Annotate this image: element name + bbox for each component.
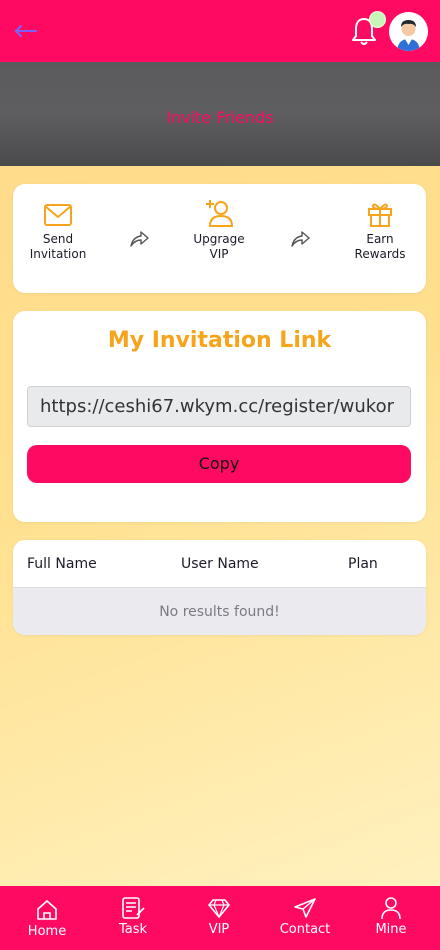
step-upgrade-vip: Upgrage VIP xyxy=(179,200,259,262)
nav-label-vip: VIP xyxy=(208,922,230,937)
share-arrow-icon xyxy=(130,231,149,247)
user-icon xyxy=(381,897,401,920)
gift-icon xyxy=(368,203,392,227)
avatar-icon xyxy=(389,12,428,51)
invitation-link-field[interactable]: https://ceshi67.wkym.cc/register/wukor xyxy=(27,386,411,427)
user-avatar[interactable] xyxy=(389,12,428,51)
nav-label-mine: Mine xyxy=(375,922,407,937)
step-label-line1: Send xyxy=(42,232,74,246)
column-header-user-name: User Name xyxy=(181,556,259,572)
step-label-line2: VIP xyxy=(209,247,229,261)
nav-label-task: Task xyxy=(118,922,148,937)
invitation-link-title: My Invitation Link xyxy=(107,328,332,353)
diamond-icon xyxy=(208,899,230,919)
column-header-plan: Plan xyxy=(348,556,378,572)
top-bar xyxy=(0,0,440,62)
step-label-line1: Upgrage xyxy=(193,232,245,246)
copy-button[interactable]: Copy xyxy=(27,445,411,483)
step-label-line2: Invitation xyxy=(29,247,87,261)
referrals-table: Full Name User Name Plan No results foun… xyxy=(13,540,426,635)
envelope-icon xyxy=(44,204,72,226)
back-arrow-icon[interactable] xyxy=(12,22,38,40)
add-user-icon xyxy=(206,200,234,227)
page-title: Invite Friends xyxy=(166,108,274,127)
nav-item-mine[interactable]: Mine xyxy=(351,896,431,937)
share-arrow-icon xyxy=(291,231,310,247)
column-header-full-name: Full Name xyxy=(27,556,97,572)
nav-item-vip[interactable]: VIP xyxy=(179,896,259,937)
nav-item-contact[interactable]: Contact xyxy=(265,896,345,937)
nav-label-home: Home xyxy=(27,924,67,939)
step-send-invitation: Send Invitation xyxy=(18,202,98,262)
paper-plane-icon xyxy=(294,898,316,918)
step-earn-rewards: Earn Rewards xyxy=(340,202,420,262)
notification-dot xyxy=(369,11,386,28)
invite-steps-card: Send Invitation Upgrage VIP Earn Rewards xyxy=(13,184,426,293)
task-icon xyxy=(122,897,145,919)
invitation-link-card: My Invitation Link https://ceshi67.wkym.… xyxy=(13,311,426,522)
nav-label-contact: Contact xyxy=(279,922,331,937)
empty-results-message: No results found! xyxy=(13,587,426,635)
nav-item-task[interactable]: Task xyxy=(93,896,173,937)
bottom-nav: Home Task VIP Contact Mine xyxy=(0,886,440,950)
nav-item-home[interactable]: Home xyxy=(7,898,87,939)
home-icon xyxy=(37,900,57,920)
step-label-line2: Rewards xyxy=(354,247,406,261)
step-label-line1: Earn xyxy=(366,232,394,246)
